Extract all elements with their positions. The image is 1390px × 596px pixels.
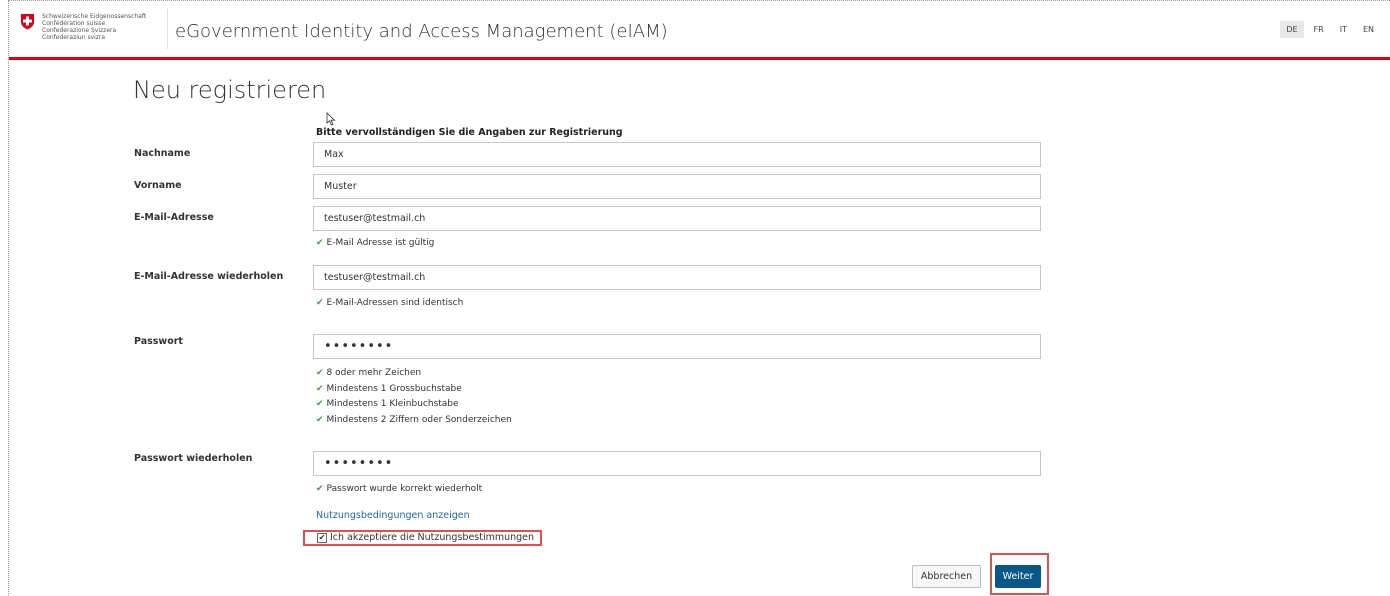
password-input[interactable]: •••••••• bbox=[313, 334, 1041, 359]
lang-de[interactable]: DE bbox=[1280, 21, 1304, 38]
email-valid-text: E-Mail Adresse ist gültig bbox=[326, 238, 435, 248]
email-label: E-Mail-Adresse bbox=[134, 212, 214, 223]
password-rule: ✔ Mindestens 1 Grossbuchstabe bbox=[316, 382, 512, 398]
password-rule: ✔ 8 oder mehr Zeichen bbox=[316, 366, 512, 382]
password-rule: ✔ Mindestens 1 Kleinbuchstabe bbox=[316, 397, 512, 413]
swiss-cross-icon bbox=[21, 14, 34, 30]
password-match-text: Passwort wurde korrekt wiederholt bbox=[326, 484, 483, 494]
window-frame-left bbox=[8, 0, 9, 596]
password-match-message: ✔ Passwort wurde korrekt wiederholt bbox=[316, 482, 482, 498]
lang-fr[interactable]: FR bbox=[1308, 21, 1330, 38]
language-switcher: DE FR IT EN bbox=[1280, 21, 1380, 38]
email-match-message: ✔ E-Mail-Adressen sind identisch bbox=[316, 296, 463, 312]
lang-it[interactable]: IT bbox=[1334, 21, 1353, 38]
password-repeat-input[interactable]: •••••••• bbox=[313, 451, 1041, 476]
federation-line-it: Confederazione Svizzera bbox=[42, 27, 117, 34]
lastname-label: Nachname bbox=[134, 148, 191, 159]
password-repeat-label: Passwort wiederholen bbox=[134, 453, 253, 464]
terms-accept-row[interactable]: ✔ Ich akzeptiere die Nutzungsbestimmunge… bbox=[317, 532, 534, 543]
check-icon: ✔ bbox=[316, 368, 324, 378]
lastname-input[interactable]: Max bbox=[313, 142, 1041, 167]
form-intro: Bitte vervollständigen Sie die Angaben z… bbox=[316, 127, 623, 138]
check-icon: ✔ bbox=[316, 383, 324, 394]
password-rule-text: 8 oder mehr Zeichen bbox=[326, 368, 422, 378]
mouse-cursor-icon bbox=[326, 112, 336, 126]
federation-line-fr: Confédération suisse bbox=[42, 20, 106, 27]
federation-line-rm: Confederaziun svizra bbox=[42, 34, 106, 41]
email-valid-message: ✔ E-Mail Adresse ist gültig bbox=[316, 236, 434, 252]
terms-accept-label: Ich akzeptiere die Nutzungsbestimmungen bbox=[330, 532, 535, 543]
federation-name: Schweizerische Eidgenossenschaft Confédé… bbox=[42, 13, 146, 41]
next-button[interactable]: Weiter bbox=[995, 565, 1041, 588]
terms-checkbox[interactable]: ✔ bbox=[317, 532, 327, 543]
firstname-label: Vorname bbox=[134, 180, 182, 191]
federation-line-de: Schweizerische Eidgenossenschaft bbox=[42, 13, 147, 20]
firstname-input[interactable]: Muster bbox=[313, 174, 1041, 199]
federation-logo[interactable]: Schweizerische Eidgenossenschaft Confédé… bbox=[20, 13, 146, 41]
password-rule-text: Mindestens 1 Kleinbuchstabe bbox=[326, 399, 459, 410]
email-input[interactable]: testuser@testmail.ch bbox=[313, 206, 1041, 231]
email-match-text: E-Mail-Adressen sind identisch bbox=[326, 298, 464, 308]
lang-en[interactable]: EN bbox=[1357, 21, 1380, 38]
check-icon: ✔ bbox=[316, 415, 324, 426]
terms-link[interactable]: Nutzungsbedingungen anzeigen bbox=[316, 510, 470, 521]
check-icon: ✔ bbox=[316, 484, 324, 494]
password-rules: ✔ 8 oder mehr Zeichen ✔ Mindestens 1 Gross… bbox=[316, 366, 512, 429]
site-header: Schweizerische Eidgenossenschaft Confédé… bbox=[9, 1, 1390, 60]
check-icon: ✔ bbox=[316, 238, 324, 248]
header-divider bbox=[167, 9, 168, 49]
password-rule-text: Mindestens 1 Grossbuchstabe bbox=[326, 383, 462, 394]
email-repeat-input[interactable]: testuser@testmail.ch bbox=[313, 265, 1041, 290]
email-repeat-label: E-Mail-Adresse wiederholen bbox=[134, 271, 284, 282]
check-icon: ✔ bbox=[316, 298, 324, 308]
password-rule-text: Mindestens 2 Ziffern oder Sonderzeichen bbox=[326, 415, 512, 426]
cancel-button[interactable]: Abbrechen bbox=[912, 565, 981, 588]
app-title: eGovernment Identity and Access Manageme… bbox=[175, 21, 668, 42]
password-label: Passwort bbox=[134, 336, 183, 347]
password-rule: ✔ Mindestens 2 Ziffern oder Sonderzeichen bbox=[316, 413, 512, 429]
check-icon: ✔ bbox=[316, 399, 324, 410]
page-title: Neu registrieren bbox=[133, 76, 327, 104]
